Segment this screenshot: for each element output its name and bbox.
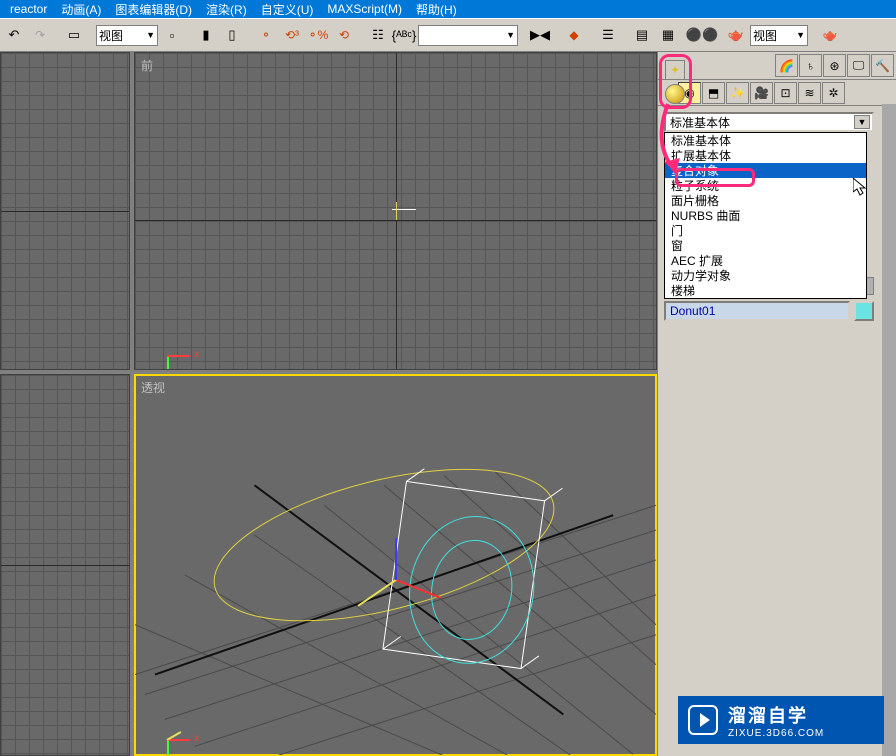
selection-filter-2[interactable]: ▯ <box>220 23 244 47</box>
light-icon: ✨ <box>730 86 745 100</box>
geometry-active-icon[interactable] <box>665 84 685 104</box>
spinner-snap-button[interactable]: ⟲ <box>332 23 356 47</box>
object-color-swatch[interactable] <box>854 301 874 321</box>
watermark-title: 溜溜自学 <box>728 702 824 728</box>
display-icon: 🖵 <box>853 58 865 73</box>
menu-maxscript[interactable]: MAXScript(M) <box>321 2 408 16</box>
menu-graph-editors[interactable]: 图表编辑器(D) <box>109 1 198 18</box>
viewport-top-left[interactable] <box>0 52 130 370</box>
lights-subtab[interactable]: ✨ <box>726 82 749 104</box>
create-tab[interactable]: ✦ <box>665 60 685 80</box>
snap-toggle-button[interactable]: ⚬ <box>254 23 278 47</box>
category-item-patch[interactable]: 面片栅格 <box>665 193 866 208</box>
category-dropdown-list: 标准基本体 扩展基本体 复合对象 粒子系统 面片栅格 NURBS 曲面 门 窗 … <box>664 132 867 299</box>
named-selection-sets-button[interactable]: {ᴬᴮᶜ} <box>392 23 416 47</box>
menu-reactor[interactable]: reactor <box>4 2 53 16</box>
angle-snap-button[interactable]: ⟲³ <box>280 23 304 47</box>
viewport-gizmo-icon <box>159 709 199 749</box>
arrow-cursor-icon: ✦ <box>670 63 680 77</box>
watermark-badge: 溜溜自学 ZIXUE.3D66.COM <box>678 696 884 744</box>
geometry-category-dropdown[interactable]: 标准基本体 ▼ <box>664 112 874 132</box>
chevron-down-icon: ▼ <box>854 115 870 129</box>
category-item-particles[interactable]: 粒子系统 <box>665 178 866 193</box>
panel-content: 标准基本体 ▼ 标准基本体 扩展基本体 复合对象 粒子系统 面片栅格 NURBS… <box>658 106 880 756</box>
shape-icon: ⬒ <box>708 86 719 100</box>
mirror-button[interactable]: ▶◀ <box>528 23 552 47</box>
menu-customize[interactable]: 自定义(U) <box>255 1 320 18</box>
undo-button[interactable]: ↶ <box>2 23 26 47</box>
render-type-dropdown[interactable]: 视图▼ <box>750 25 808 46</box>
utilities-tab[interactable]: 🔨 <box>871 54 894 77</box>
selection-filter-1[interactable]: ▮ <box>194 23 218 47</box>
camera-icon: 🎥 <box>754 86 769 100</box>
category-item-extended[interactable]: 扩展基本体 <box>665 148 866 163</box>
menu-bar: reactor 动画(A) 图表编辑器(D) 渲染(R) 自定义(U) MAXS… <box>0 0 896 18</box>
category-item-doors[interactable]: 门 <box>665 223 866 238</box>
category-item-nurbs[interactable]: NURBS 曲面 <box>665 208 866 223</box>
main-toolbar: ↶ ↷ ▭ 视图▼ ▫ ▮ ▯ ⚬ ⟲³ ⚬% ⟲ ☷ {ᴬᴮᶜ} ▼ ▶◀ ◆… <box>0 18 896 52</box>
schematic-button[interactable]: ▦ <box>656 23 680 47</box>
category-item-aec[interactable]: AEC 扩展 <box>665 253 866 268</box>
play-icon <box>688 705 718 735</box>
align-button[interactable]: ◆ <box>562 23 586 47</box>
viewport-front-label: 前 <box>141 57 153 74</box>
gear-icon: ✲ <box>828 86 838 100</box>
menu-animation[interactable]: 动画(A) <box>55 1 107 18</box>
modify-tab[interactable]: 🌈 <box>775 54 798 77</box>
reference-coord-dropdown[interactable]: 视图▼ <box>96 25 158 46</box>
wheel-icon: ⊛ <box>829 59 839 73</box>
mouse-cursor-icon <box>853 178 869 198</box>
shapes-subtab[interactable]: ⬒ <box>702 82 725 104</box>
viewport-gizmo-icon <box>159 325 199 365</box>
command-panel-tabs: 🌈 ♄ ⊛ 🖵 🔨 <box>658 52 896 80</box>
create-subtype-tabs: ◉ ⬒ ✨ 🎥 ⊡ ≋ ✲ <box>658 80 896 106</box>
redo-button[interactable]: ↷ <box>28 23 52 47</box>
menu-help[interactable]: 帮助(H) <box>410 1 463 18</box>
quick-render-button[interactable]: 🫖 <box>818 23 842 47</box>
viewport-perspective-label: 透视 <box>141 379 165 396</box>
panel-scrollbar[interactable] <box>882 104 896 756</box>
hierarchy-tab[interactable]: ♄ <box>799 54 822 77</box>
helper-icon: ⊡ <box>780 86 790 100</box>
category-item-windows[interactable]: 窗 <box>665 238 866 253</box>
helpers-subtab[interactable]: ⊡ <box>774 82 797 104</box>
layers-button[interactable]: ☰ <box>596 23 620 47</box>
menu-rendering[interactable]: 渲染(R) <box>200 1 253 18</box>
spacewarps-subtab[interactable]: ≋ <box>798 82 821 104</box>
cameras-subtab[interactable]: 🎥 <box>750 82 773 104</box>
perspective-scene <box>135 375 656 755</box>
rainbow-icon: 🌈 <box>779 59 794 73</box>
viewport-bottom-left[interactable] <box>0 374 130 756</box>
systems-subtab[interactable]: ✲ <box>822 82 845 104</box>
sphere-icon: ◉ <box>684 86 694 100</box>
named-selection-dropdown[interactable]: ▼ <box>418 25 518 46</box>
edit-named-selection-button[interactable]: ☷ <box>366 23 390 47</box>
category-item-stairs[interactable]: 楼梯 <box>665 283 866 298</box>
category-item-compound[interactable]: 复合对象 <box>665 163 866 178</box>
use-center-button[interactable]: ▫ <box>160 23 184 47</box>
command-panel: 🌈 ♄ ⊛ 🖵 🔨 ◉ ⬒ ✨ 🎥 ⊡ ≋ ✲ 标准基本体 ▼ 标准基本体 扩展… <box>657 52 896 756</box>
viewport-front[interactable]: 前 <box>134 52 657 370</box>
category-item-dynamics[interactable]: 动力学对象 <box>665 268 866 283</box>
category-item-standard[interactable]: 标准基本体 <box>665 133 866 148</box>
wave-icon: ≋ <box>804 86 814 100</box>
schematic-view-button[interactable]: ▭ <box>62 23 86 47</box>
hammer-icon: 🔨 <box>875 59 890 73</box>
object-name-input[interactable]: Donut01 <box>664 301 850 321</box>
viewport-container: 前 透视 <box>0 52 657 756</box>
watermark-url: ZIXUE.3D66.COM <box>728 728 824 739</box>
render-setup-button[interactable]: 🫖 <box>724 23 748 47</box>
viewport-perspective[interactable]: 透视 <box>134 374 657 756</box>
display-tab[interactable]: 🖵 <box>847 54 870 77</box>
main-area: 前 透视 <box>0 52 896 756</box>
curve-editor-button[interactable]: ▤ <box>630 23 654 47</box>
hierarchy-icon: ♄ <box>806 59 815 73</box>
percent-snap-button[interactable]: ⚬% <box>306 23 330 47</box>
motion-tab[interactable]: ⊛ <box>823 54 846 77</box>
category-selected-label: 标准基本体 <box>670 114 730 131</box>
material-editor-button[interactable]: ⚫⚫ <box>690 23 714 47</box>
